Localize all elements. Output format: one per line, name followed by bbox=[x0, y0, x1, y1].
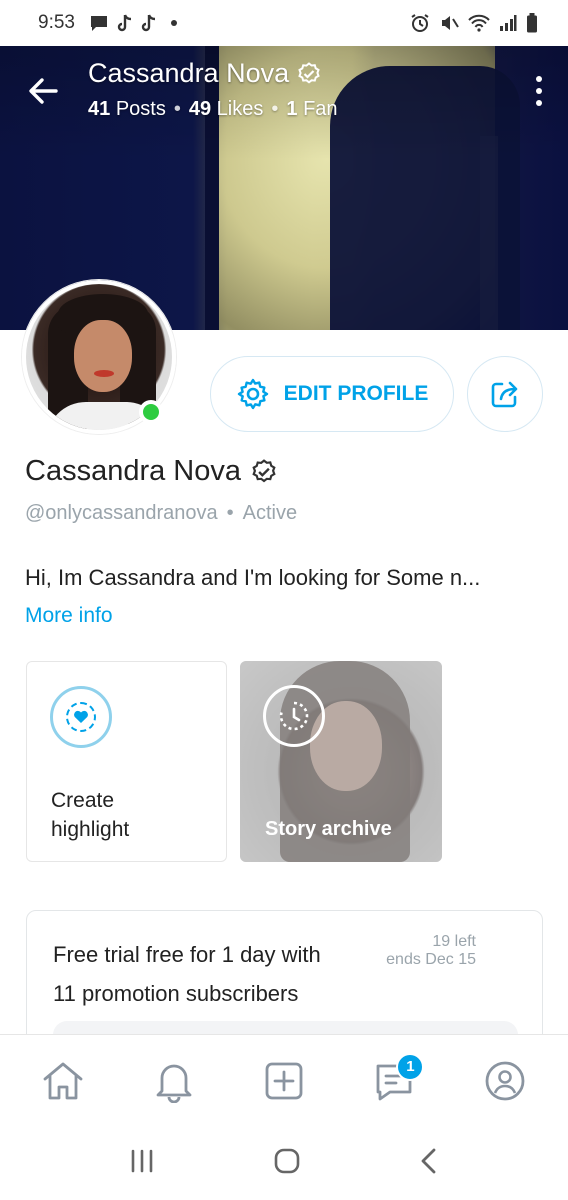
gear-icon bbox=[237, 378, 268, 410]
create-highlight-line1: Create bbox=[51, 789, 115, 812]
handle-separator: • bbox=[226, 502, 234, 524]
nav-notifications[interactable] bbox=[144, 1051, 204, 1111]
promotion-title: Free trial free for 1 day with 11 promot… bbox=[53, 935, 373, 1013]
edit-profile-button[interactable]: EDIT PROFILE bbox=[210, 356, 454, 432]
status-dot bbox=[170, 20, 177, 26]
chat-icon bbox=[90, 16, 107, 31]
battery-icon bbox=[527, 13, 537, 33]
avatar-face bbox=[74, 320, 132, 392]
promotion-title-line1: Free trial free for 1 day with bbox=[53, 942, 321, 967]
more-dot bbox=[536, 76, 542, 82]
chevron-left-icon bbox=[421, 1148, 436, 1173]
cover-header: Cassandra Nova 41 Posts • 49 Likes • 1 F… bbox=[0, 46, 568, 136]
likes-label: Likes bbox=[216, 98, 264, 120]
bell-icon bbox=[156, 1064, 191, 1103]
more-options-button[interactable] bbox=[532, 76, 546, 106]
create-highlight-ring bbox=[50, 686, 112, 748]
tiktok-icon bbox=[141, 14, 156, 31]
likes-count: 49 bbox=[188, 98, 212, 120]
share-icon bbox=[491, 381, 518, 408]
arrow-left-icon bbox=[29, 78, 58, 104]
cover-title-text: Cassandra Nova bbox=[88, 58, 290, 88]
signal-icon bbox=[500, 15, 517, 31]
more-dot bbox=[536, 100, 542, 106]
nav-home[interactable] bbox=[33, 1051, 93, 1111]
verified-badge-icon bbox=[252, 458, 276, 482]
recent-apps-icon bbox=[131, 1149, 153, 1172]
status-time: 9:53 bbox=[38, 12, 75, 33]
heart-icon bbox=[66, 702, 96, 732]
bottom-navigation: 1 bbox=[0, 1034, 568, 1126]
share-button[interactable] bbox=[467, 356, 543, 432]
promotion-end-date: ends Dec 15 bbox=[386, 951, 476, 968]
promotion-remaining: 19 left bbox=[432, 933, 476, 950]
status-bar: 9:53 bbox=[0, 0, 568, 46]
home-circle-icon bbox=[274, 1148, 300, 1173]
messages-badge: 1 bbox=[396, 1052, 425, 1081]
profile-icon bbox=[485, 1061, 525, 1100]
posts-stat: 41 Posts bbox=[88, 98, 166, 121]
create-highlight-line2: highlight bbox=[51, 818, 130, 841]
fans-label: Fan bbox=[303, 98, 338, 120]
alarm-icon bbox=[411, 14, 429, 32]
posts-count: 41 bbox=[88, 98, 111, 120]
fans-count: 1 bbox=[286, 98, 298, 120]
story-archive-card[interactable]: Story archive bbox=[240, 661, 442, 862]
nav-add-post[interactable] bbox=[254, 1051, 314, 1111]
system-back-button[interactable] bbox=[419, 1147, 439, 1180]
more-info-link[interactable]: More info bbox=[25, 604, 113, 628]
mute-icon bbox=[442, 16, 459, 30]
create-highlight-card[interactable]: Create highlight bbox=[26, 661, 227, 862]
nav-messages[interactable]: 1 bbox=[364, 1051, 425, 1111]
profile-name-text: Cassandra Nova bbox=[25, 455, 241, 487]
promotion-title-line2: 11 promotion subscribers bbox=[53, 981, 299, 1006]
create-highlight-label: Create highlight bbox=[51, 786, 129, 844]
home-system-button[interactable] bbox=[273, 1147, 301, 1180]
wifi-icon bbox=[468, 14, 490, 32]
posts-label: Posts bbox=[115, 98, 166, 120]
profile-handle: @onlycassandranova bbox=[25, 502, 218, 524]
cover-title: Cassandra Nova bbox=[88, 58, 321, 89]
status-right-icons bbox=[410, 13, 538, 33]
likes-stat: 49 Likes bbox=[189, 98, 264, 121]
stats-separator: • bbox=[173, 98, 181, 120]
edit-profile-label: EDIT PROFILE bbox=[283, 382, 429, 405]
tiktok-icon bbox=[117, 14, 132, 31]
fans-stat: 1 Fan bbox=[286, 98, 337, 121]
story-archive-label: Story archive bbox=[265, 818, 392, 840]
verified-badge-icon bbox=[298, 61, 320, 84]
recent-apps-button[interactable] bbox=[129, 1149, 155, 1178]
history-clock-icon bbox=[263, 685, 325, 747]
handle-line: @onlycassandranova • Active bbox=[25, 502, 297, 525]
nav-profile[interactable] bbox=[475, 1051, 535, 1111]
activity-status: Active bbox=[242, 502, 298, 524]
status-left-icons bbox=[89, 14, 177, 33]
system-navigation-bar bbox=[0, 1126, 568, 1200]
cover-stats: 41 Posts • 49 Likes • 1 Fan bbox=[88, 98, 338, 121]
add-post-icon bbox=[265, 1062, 303, 1099]
stats-separator: • bbox=[271, 98, 279, 120]
profile-name: Cassandra Nova bbox=[25, 455, 277, 488]
avatar-lips bbox=[94, 370, 114, 377]
more-dot bbox=[536, 88, 542, 94]
online-status-dot bbox=[139, 400, 163, 424]
back-button[interactable] bbox=[26, 76, 62, 106]
home-icon bbox=[43, 1062, 83, 1099]
profile-bio: Hi, Im Cassandra and I'm looking for Som… bbox=[25, 565, 481, 590]
